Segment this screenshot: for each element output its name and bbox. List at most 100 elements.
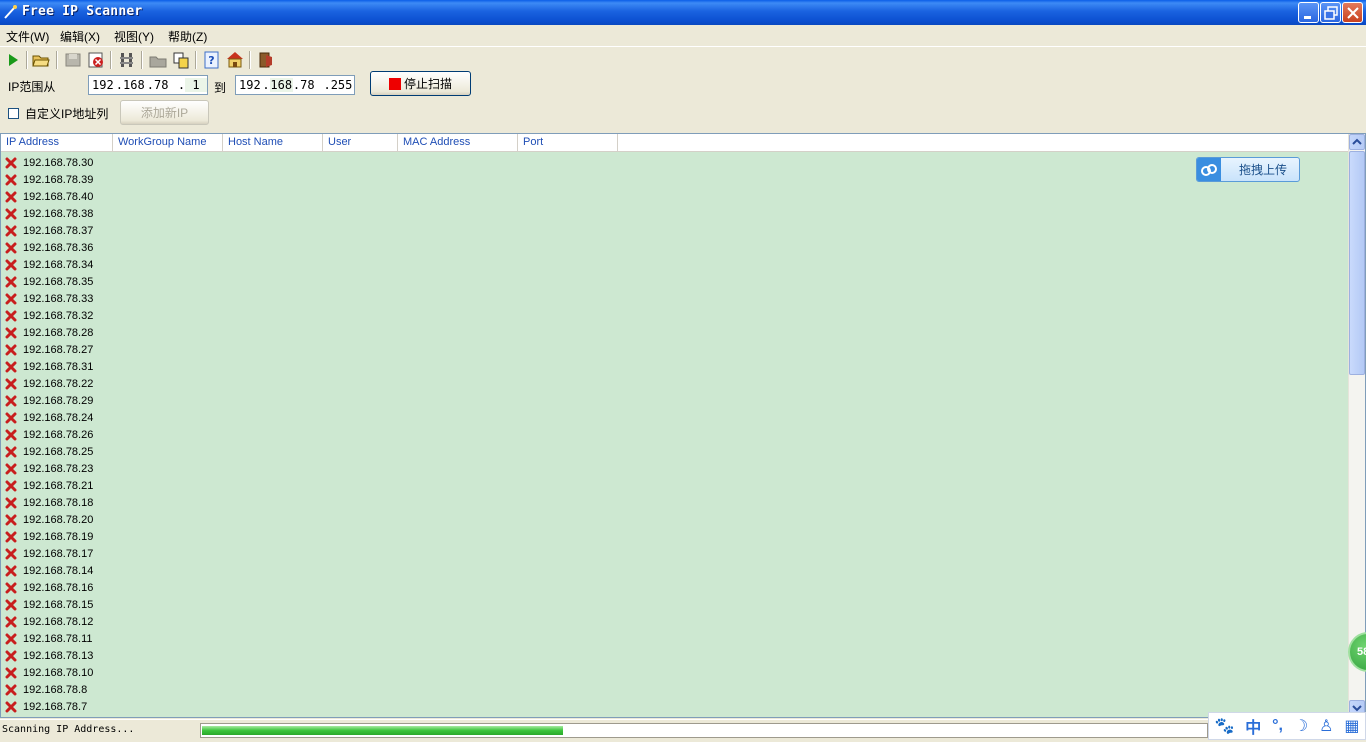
close-button[interactable]: [1342, 2, 1363, 23]
unreachable-icon: [5, 344, 17, 355]
ime-chinese-mode[interactable]: 中: [1245, 714, 1261, 738]
list-item[interactable]: 192.168.78.39: [5, 171, 93, 188]
chevron-up-icon: [1352, 138, 1362, 145]
ip-to-input[interactable]: 192. 168. 78. 255: [235, 75, 355, 95]
list-item[interactable]: 192.168.78.38: [5, 205, 93, 222]
list-item[interactable]: 192.168.78.34: [5, 256, 93, 273]
play-icon[interactable]: [4, 51, 22, 69]
list-item[interactable]: 192.168.78.29: [5, 392, 93, 409]
open-folder-icon[interactable]: [32, 51, 50, 69]
unreachable-icon: [5, 242, 17, 253]
help-icon[interactable]: ?: [203, 51, 221, 69]
column-user[interactable]: User: [323, 134, 398, 152]
user-icon[interactable]: ♙: [1319, 716, 1333, 736]
ip-to-octet-3[interactable]: 78: [300, 78, 323, 92]
list-item[interactable]: 192.168.78.35: [5, 273, 93, 290]
list-item[interactable]: 192.168.78.22: [5, 375, 93, 392]
drag-upload-label: 拖拽上传: [1239, 163, 1288, 177]
ip-address-cell: 192.168.78.37: [23, 224, 94, 237]
ip-address-cell: 192.168.78.31: [23, 360, 94, 373]
list-item[interactable]: 192.168.78.27: [5, 341, 93, 358]
list-item[interactable]: 192.168.78.15: [5, 596, 93, 613]
ip-from-octet-3[interactable]: 78: [154, 78, 178, 92]
list-item[interactable]: 192.168.78.7: [5, 698, 87, 715]
unreachable-icon: [5, 463, 17, 474]
unreachable-icon: [5, 395, 17, 406]
list-item[interactable]: 192.168.78.10: [5, 664, 93, 681]
ip-address-cell: 192.168.78.21: [23, 479, 94, 492]
minimize-button[interactable]: [1298, 2, 1319, 23]
list-item[interactable]: 192.168.78.37: [5, 222, 93, 239]
ip-range-label: IP范围从: [8, 80, 56, 94]
delete-icon[interactable]: [87, 51, 105, 69]
custom-ip-checkbox[interactable]: [8, 108, 19, 119]
list-item[interactable]: 192.168.78.25: [5, 443, 93, 460]
paw-icon[interactable]: 🐾: [1214, 716, 1234, 736]
list-item[interactable]: 192.168.78.14: [5, 562, 93, 579]
menu-file[interactable]: 文件(W): [6, 28, 49, 45]
ip-address-cell: 192.168.78.16: [23, 581, 94, 594]
list-item[interactable]: 192.168.78.21: [5, 477, 93, 494]
list-item[interactable]: 192.168.78.12: [5, 613, 93, 630]
folder-icon[interactable]: [149, 51, 167, 69]
scroll-up-button[interactable]: [1349, 134, 1365, 150]
list-item[interactable]: 192.168.78.31: [5, 358, 93, 375]
list-item[interactable]: 192.168.78.18: [5, 494, 93, 511]
network-icon[interactable]: [118, 51, 136, 69]
column-mac-address[interactable]: MAC Address: [398, 134, 518, 152]
menu-view[interactable]: 视图(Y): [114, 28, 154, 45]
copy-icon[interactable]: [172, 51, 190, 69]
window-title: Free IP Scanner: [22, 4, 143, 19]
list-item[interactable]: 192.168.78.26: [5, 426, 93, 443]
list-item[interactable]: 192.168.78.32: [5, 307, 93, 324]
column-host-name[interactable]: Host Name: [223, 134, 323, 152]
unreachable-icon: [5, 327, 17, 338]
toolbar-separator: [249, 51, 251, 69]
ip-address-cell: 192.168.78.15: [23, 598, 94, 611]
list-item[interactable]: 192.168.78.8: [5, 681, 87, 698]
menu-help[interactable]: 帮助(Z): [168, 28, 207, 45]
save-disabled-icon[interactable]: [64, 51, 82, 69]
column-port[interactable]: Port: [518, 134, 618, 152]
menu-edit[interactable]: 编辑(X): [60, 28, 100, 45]
exit-icon[interactable]: [257, 51, 275, 69]
list-item[interactable]: 192.168.78.16: [5, 579, 93, 596]
column-workgroup-name[interactable]: WorkGroup Name: [113, 134, 223, 152]
ip-from-octet-2[interactable]: 168: [123, 78, 147, 92]
to-label: 到: [214, 81, 227, 95]
list-item[interactable]: 192.168.78.23: [5, 460, 93, 477]
list-item[interactable]: 192.168.78.30: [5, 154, 93, 171]
moon-icon[interactable]: ☽: [1294, 716, 1308, 736]
ip-address-cell: 192.168.78.38: [23, 207, 94, 220]
minimize-icon: [1304, 16, 1311, 19]
list-item[interactable]: 192.168.78.28: [5, 324, 93, 341]
list-item[interactable]: 192.168.78.13: [5, 647, 93, 664]
ip-from-octet-4[interactable]: 1: [185, 78, 207, 92]
scroll-thumb[interactable]: [1349, 151, 1365, 375]
list-item[interactable]: 192.168.78.11: [5, 630, 93, 647]
home-icon[interactable]: [226, 51, 244, 69]
stop-scan-button[interactable]: 停止扫描: [370, 71, 471, 96]
unreachable-icon: [5, 412, 17, 423]
list-item[interactable]: 192.168.78.20: [5, 511, 93, 528]
list-item[interactable]: 192.168.78.36: [5, 239, 93, 256]
ip-to-octet-4[interactable]: 255: [331, 78, 354, 92]
toolbar-separator: [56, 51, 58, 69]
list-item[interactable]: 192.168.78.17: [5, 545, 93, 562]
ip-address-cell: 192.168.78.30: [23, 156, 94, 169]
list-item[interactable]: 192.168.78.24: [5, 409, 93, 426]
list-item[interactable]: 192.168.78.33: [5, 290, 93, 307]
ip-from-input[interactable]: 192. 168. 78. 1: [88, 75, 208, 95]
grid-icon[interactable]: ▦: [1344, 716, 1359, 736]
drag-upload-button[interactable]: 拖拽上传: [1196, 157, 1300, 182]
list-item[interactable]: 192.168.78.19: [5, 528, 93, 545]
column-ip-address[interactable]: IP Address: [1, 134, 113, 152]
vertical-scrollbar[interactable]: [1348, 134, 1365, 717]
ip-to-octet-2[interactable]: 168: [269, 78, 293, 92]
ip-from-octet-1[interactable]: 192: [92, 78, 116, 92]
punctuation-icon[interactable]: °,: [1272, 717, 1283, 735]
list-item[interactable]: 192.168.78.40: [5, 188, 93, 205]
ip-to-octet-1[interactable]: 192: [239, 78, 262, 92]
add-new-ip-button[interactable]: 添加新IP: [120, 100, 209, 125]
restore-button[interactable]: [1320, 2, 1341, 23]
